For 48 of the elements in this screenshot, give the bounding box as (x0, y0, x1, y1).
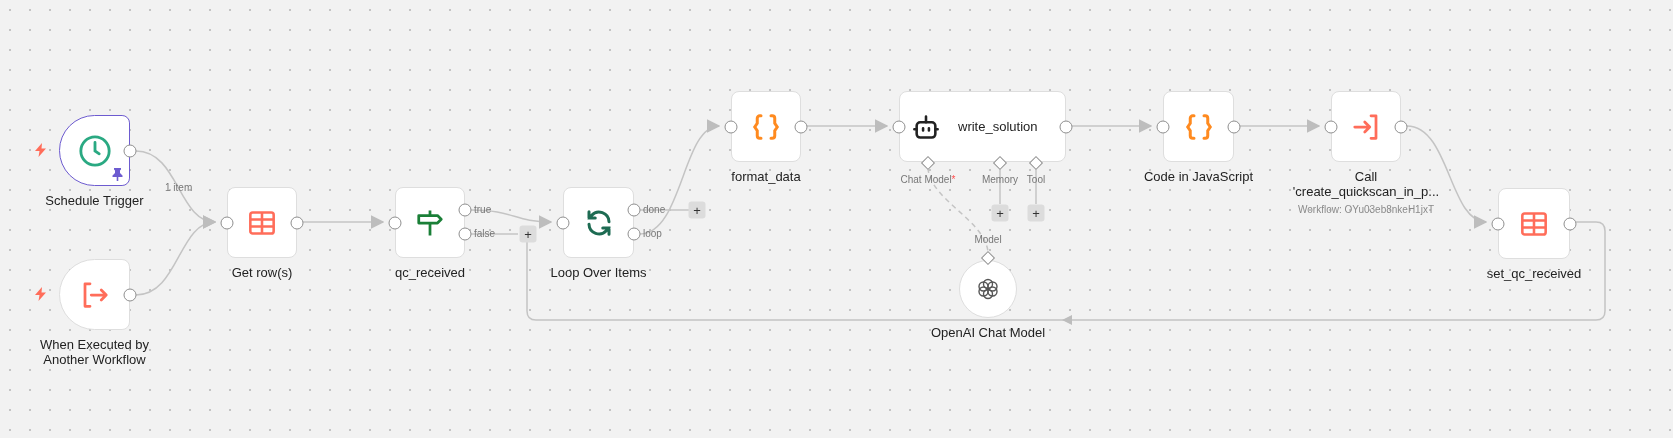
lightning-icon (35, 142, 46, 157)
input-handle[interactable] (388, 216, 402, 229)
add-button[interactable]: + (688, 201, 706, 219)
add-button[interactable]: + (519, 225, 537, 243)
node-label: set_qc_received (1486, 266, 1582, 281)
connector (999, 167, 1001, 205)
output-label: loop (643, 229, 662, 239)
add-button[interactable]: + (1027, 204, 1045, 222)
input-handle[interactable] (1324, 120, 1338, 133)
input-handle[interactable] (892, 120, 906, 133)
output-label: done (643, 205, 666, 215)
input-handle[interactable] (556, 216, 570, 229)
node-label: Loop Over Items (550, 265, 647, 280)
input-handle[interactable] (1491, 217, 1505, 230)
node-subtitle: Workflow: OYu03eb8nkeH1jxT (1298, 203, 1434, 217)
node-label: When Executed by Another Workflow (39, 337, 150, 367)
output-label: Model (974, 235, 1002, 245)
node-label: format_data (731, 169, 801, 184)
workflow-node[interactable]: write_solution (899, 91, 1066, 162)
node-label: Call 'create_quickscan_in_p... (1292, 169, 1440, 199)
node-label: OpenAI Chat Model (930, 325, 1046, 340)
table-icon (248, 208, 276, 237)
knot-logo-icon (976, 277, 1000, 301)
clock-icon (77, 133, 112, 168)
input-label: Chat Model* (900, 175, 956, 185)
node-title: write_solution (958, 117, 1038, 136)
table-icon (1520, 209, 1548, 238)
output-label: false (474, 229, 496, 239)
output-label: true (474, 205, 492, 215)
robot-icon (912, 112, 940, 141)
lightning-icon (35, 286, 46, 301)
braces-icon (1183, 111, 1214, 142)
input-handle[interactable] (220, 216, 234, 229)
input-label: Tool (1026, 175, 1046, 185)
braces-icon (751, 111, 781, 142)
node-label: qc_received (394, 265, 466, 280)
node-label: Schedule Trigger (45, 193, 144, 208)
connection-label: 1 item (165, 183, 193, 193)
connector (470, 233, 519, 235)
add-button[interactable]: + (991, 204, 1009, 222)
input-handle[interactable] (1156, 120, 1170, 133)
input-handle[interactable] (724, 120, 738, 133)
input-label: Memory (981, 175, 1019, 185)
node-label: Get row(s) (231, 265, 293, 280)
connector (1035, 167, 1037, 205)
node-label: Code in JavaScript (1143, 169, 1254, 184)
pin-icon (112, 168, 123, 181)
workflow-node[interactable] (59, 115, 130, 186)
